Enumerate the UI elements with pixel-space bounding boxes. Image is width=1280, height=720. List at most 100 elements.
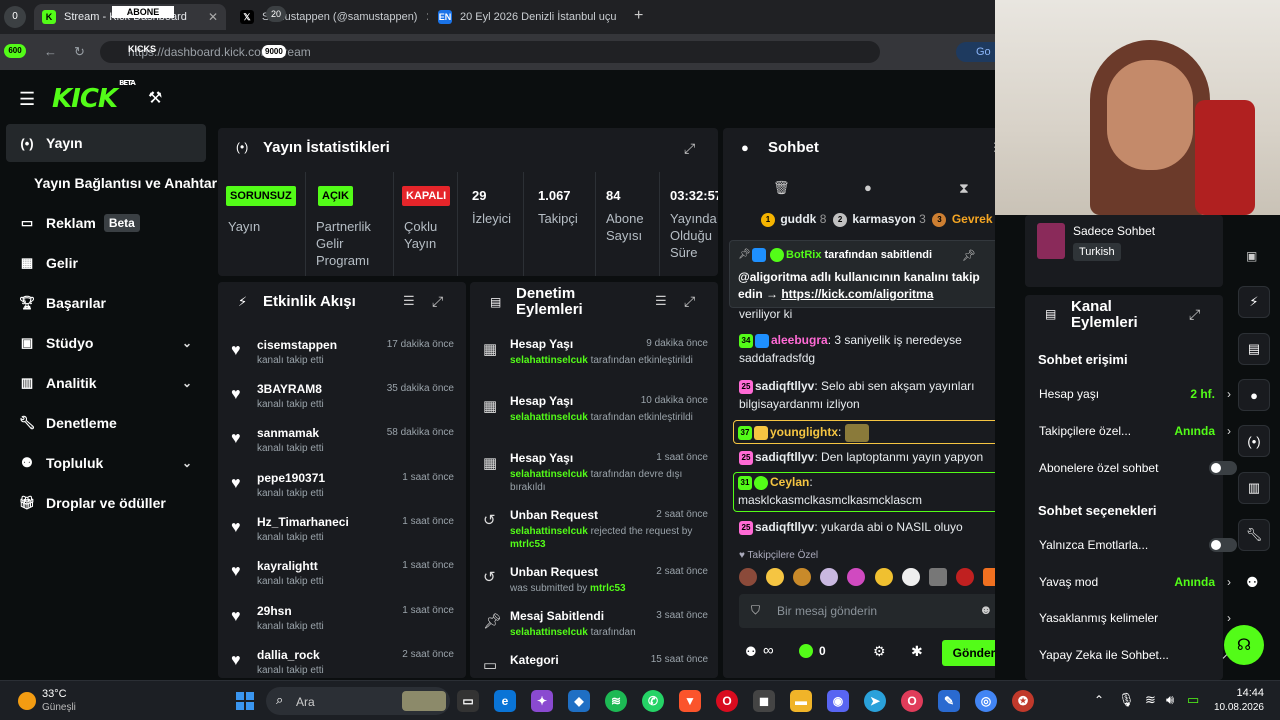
hammer-icon[interactable]: ⚒ (148, 88, 162, 108)
tab-count-badge[interactable]: 0 (4, 6, 26, 28)
chat-button[interactable]: ● (1238, 379, 1270, 411)
emote-icon[interactable] (955, 568, 974, 586)
chat-username[interactable]: aleebugra (771, 333, 828, 347)
setting-followers-only[interactable]: Takipçilere özel... Anında › (1039, 424, 1231, 438)
leader-name[interactable]: Gevrek (952, 212, 993, 226)
opera-gx-icon[interactable]: O (901, 690, 923, 712)
back-icon[interactable]: ← (44, 44, 57, 59)
sidebar-item-stream-key[interactable]: Yayın Bağlantısı ve Anahtarı (20, 164, 221, 202)
hourglass-icon[interactable]: ⧗ (959, 180, 969, 197)
moderator-name[interactable]: selahattinselcuk (510, 469, 588, 480)
sidebar-item-gelir[interactable]: ▦ Gelir (6, 244, 206, 282)
follower-name[interactable]: 29hsn (257, 604, 292, 618)
unpin-icon[interactable]: 📌︎ (962, 249, 976, 262)
moderator-name[interactable]: selahattinselcuk (510, 627, 588, 638)
windows-start-icon[interactable] (236, 692, 254, 710)
kick-logo[interactable]: KICKBETA (52, 79, 136, 114)
tab-x-samustappen[interactable]: 𝕏 Samustappen (@samustappen) ✕ (232, 4, 428, 30)
reload-icon[interactable]: ↻ (74, 44, 85, 60)
folder-icon[interactable]: ▬ (790, 690, 812, 712)
chat-username[interactable]: sadiqftllyv (755, 520, 814, 534)
gear-icon[interactable]: ⚙ (873, 643, 886, 660)
moderator-name[interactable]: selahattinselcuk (510, 412, 588, 423)
weather-temp[interactable]: 33°C (42, 688, 67, 700)
discord-icon[interactable]: ◉ (827, 690, 849, 712)
sidebar-item-analitik[interactable]: ▥ Analitik ⌄ (6, 364, 206, 402)
follower-name[interactable]: dallia_rock (257, 648, 320, 662)
sidebar-item-yayin[interactable]: (•) Yayın (6, 124, 206, 162)
wrench-button[interactable]: 🔧︎ (1238, 519, 1270, 551)
telegram-icon[interactable]: ➤ (864, 690, 886, 712)
volume-icon[interactable]: 🔊︎ (1166, 692, 1174, 708)
setting-banned-words[interactable]: Yasaklanmış kelimeler › (1039, 611, 1231, 625)
emote-icon[interactable] (874, 568, 893, 586)
edge-icon[interactable]: e (494, 690, 516, 712)
leader-name[interactable]: karmasyon (852, 212, 915, 226)
pinned-link[interactable]: https://kick.com/aligoritma (781, 287, 933, 301)
broadcast-button[interactable]: (•) (1238, 425, 1270, 457)
expand-icon[interactable]: ⤢ (1189, 306, 1200, 323)
emoji-icon[interactable]: ☻ (979, 602, 993, 617)
setting-slow-mode[interactable]: Yavaş mod Anında › (1039, 575, 1231, 589)
document-button[interactable]: ▤ (1238, 333, 1270, 365)
emote-icon[interactable] (847, 568, 866, 586)
new-tab-icon[interactable]: + (634, 7, 643, 25)
spotify-icon[interactable]: ≋ (605, 690, 627, 712)
chat-username[interactable]: younglightx (770, 425, 838, 439)
chat-username[interactable]: sadiqftllyv (755, 450, 814, 464)
setting-account-age[interactable]: Hesap yaşı 2 hf. › (1039, 387, 1231, 401)
follower-name[interactable]: 3BAYRAM8 (257, 382, 322, 396)
trash-icon[interactable]: 🗑︎ (773, 180, 790, 196)
chevron-up-icon[interactable]: ⌃ (1094, 693, 1104, 707)
emote-icon[interactable] (901, 568, 920, 586)
sidebar-item-topluluk[interactable]: ⚉ Topluluk ⌄ (6, 444, 206, 482)
app-icon[interactable]: ✎ (938, 690, 960, 712)
community-icon[interactable]: ⚉ (1246, 574, 1259, 591)
moderator-name[interactable]: selahattinselcuk (510, 526, 588, 537)
mic-icon[interactable]: 🎙︎ (1118, 692, 1135, 708)
emote-icon[interactable] (766, 568, 785, 586)
puzzle-icon[interactable]: ✱ (911, 643, 923, 660)
community-icon[interactable]: ⚉ (745, 644, 757, 660)
chat-username[interactable]: sadiqftllyv (755, 379, 814, 393)
subscribers-toggle[interactable] (1209, 461, 1237, 475)
menu-icon[interactable]: ☰ (19, 89, 35, 110)
battery-icon[interactable]: ▭ (1187, 692, 1199, 708)
filter-icon[interactable]: ☰ (655, 293, 667, 309)
task-view-icon[interactable]: ▭ (457, 690, 479, 712)
sidebar-item-studyo[interactable]: ▣ Stüdyo ⌄ (6, 324, 206, 362)
sidebar-item-denetleme[interactable]: 🔧︎ Denetleme (6, 404, 206, 442)
support-button[interactable]: ☊ (1224, 625, 1264, 665)
chrome-icon[interactable]: ◎ (975, 690, 997, 712)
app-icon[interactable]: ✪ (1012, 690, 1034, 712)
expand-icon[interactable]: ⤢ (684, 140, 695, 157)
follower-name[interactable]: Hz_Timarhaneci (257, 515, 349, 529)
filter-icon[interactable]: ☰ (403, 293, 415, 309)
requester-name[interactable]: mtrlc53 (590, 583, 626, 594)
requester-name[interactable]: mtrlc53 (510, 539, 546, 550)
chat-icon[interactable]: ● (864, 180, 872, 195)
brave-icon[interactable]: ▼ (679, 690, 701, 712)
camera-icon[interactable]: ▣ (1246, 249, 1257, 263)
close-icon[interactable]: ✕ (617, 10, 626, 24)
follower-name[interactable]: kayralightt (257, 559, 318, 573)
url-field[interactable]: https://dashboard.kick.com/stream (100, 41, 880, 63)
emote-icon[interactable] (982, 568, 995, 586)
tab-flight-search[interactable]: EN 20 Eyl 2026 Denizli İstanbul uçu ✕ (430, 4, 626, 30)
emote-icon[interactable] (793, 568, 812, 586)
sidebar-item-basarilar[interactable]: 🏆︎ Başarılar (6, 284, 206, 322)
app-icon[interactable]: ◼ (753, 690, 775, 712)
moderator-name[interactable]: selahattinselcuk (510, 355, 588, 366)
bot-name[interactable]: BotRix (786, 249, 821, 261)
wifi-icon[interactable]: ≋ (1145, 692, 1156, 708)
close-icon[interactable]: ✕ (200, 10, 218, 24)
sidebar-item-reklam[interactable]: ▭ Reklam Beta (6, 204, 206, 242)
extension-button[interactable]: Go (956, 42, 996, 62)
send-button[interactable]: Gönder (942, 640, 995, 666)
follower-name[interactable]: sanmamak (257, 426, 319, 440)
chat-username[interactable]: Ceylan (770, 475, 809, 489)
expand-icon[interactable]: ⤢ (432, 293, 443, 310)
layout-button[interactable]: ▥ (1238, 472, 1270, 504)
lightning-button[interactable]: ⚡︎ (1238, 286, 1270, 318)
expand-icon[interactable]: ⤢ (684, 293, 695, 310)
